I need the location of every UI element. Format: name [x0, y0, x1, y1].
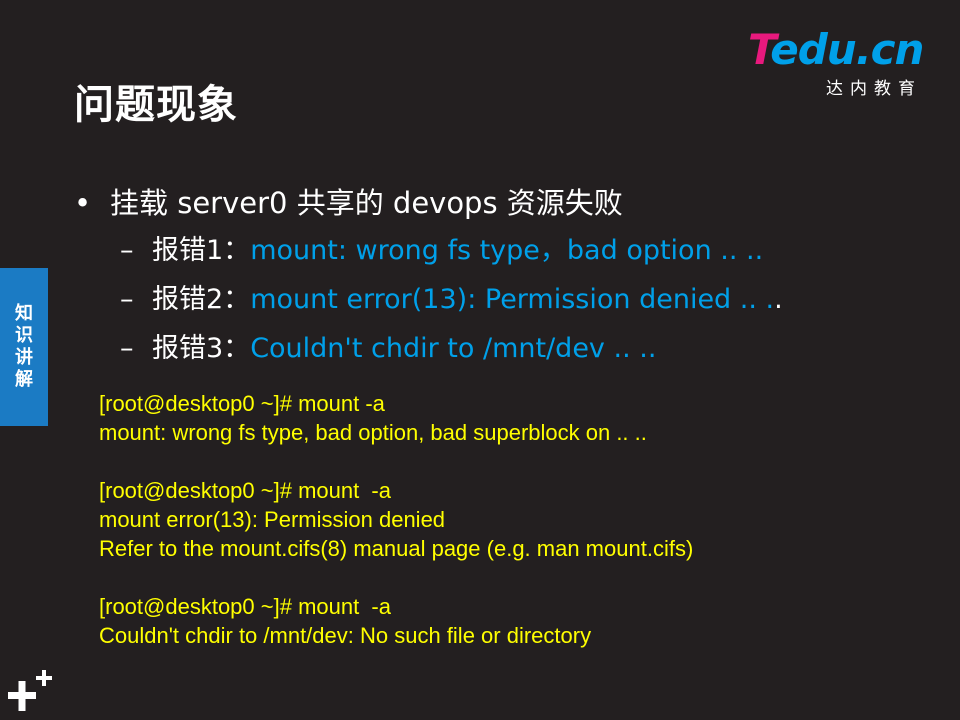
error-tail: . — [774, 284, 783, 315]
tedu-logo: Tedu.cn 达内教育 — [748, 25, 938, 100]
terminal-gap — [99, 563, 693, 592]
bullet-dot: • — [74, 186, 92, 220]
terminal-line: Refer to the mount.cifs(8) manual page (… — [99, 536, 694, 561]
terminal-output: [root@desktop0 ~]# mount -a mount: wrong… — [99, 389, 693, 650]
list-item: – 报错2：mount error(13): Permission denied … — [120, 281, 783, 330]
list-item: – 报错3：Couldn't chdir to /mnt/dev .. .. — [120, 330, 783, 379]
error-list: – 报错1：mount: wrong fs type，bad option .. … — [120, 232, 783, 379]
side-tab: 知识讲解 — [0, 268, 48, 426]
logo-subtitle: 达内教育 — [826, 79, 922, 99]
page-title: 问题现象 — [74, 82, 238, 128]
error-label: 报错2： — [152, 284, 251, 315]
logo-word-rest: edu.cn — [770, 25, 924, 74]
error-message: mount: wrong fs type，bad option .. .. — [250, 235, 764, 266]
logo-wordmark: Tedu.cn — [748, 25, 924, 74]
dash-marker: – — [120, 284, 134, 315]
terminal-line: mount: wrong fs type, bad option, bad su… — [99, 420, 647, 445]
terminal-gap — [99, 447, 693, 476]
error-message: Couldn't chdir to /mnt/dev .. .. — [250, 333, 657, 364]
dash-marker: – — [120, 333, 134, 364]
terminal-line: [root@desktop0 ~]# mount -a — [99, 478, 391, 503]
list-item: – 报错1：mount: wrong fs type，bad option .. … — [120, 232, 783, 281]
dash-marker: – — [120, 235, 134, 266]
plus-icon — [6, 668, 54, 716]
error-label: 报错3： — [152, 333, 251, 364]
terminal-line: Couldn't chdir to /mnt/dev: No such file… — [99, 623, 592, 648]
error-label: 报错1： — [152, 235, 251, 266]
main-bullet-text: 挂载 server0 共享的 devops 资源失败 — [110, 186, 623, 220]
main-bullet: • 挂载 server0 共享的 devops 资源失败 — [74, 180, 623, 222]
terminal-line: [root@desktop0 ~]# mount -a — [99, 391, 385, 416]
error-message: mount error(13): Permission denied .. . — [250, 284, 775, 315]
side-tab-label: 知识讲解 — [15, 303, 33, 390]
slide: 问题现象 Tedu.cn 达内教育 知识讲解 • 挂载 server0 共享的 d… — [0, 0, 960, 720]
logo-word-first: T — [748, 25, 771, 74]
terminal-line: [root@desktop0 ~]# mount -a — [99, 594, 391, 619]
terminal-line: mount error(13): Permission denied — [99, 507, 446, 532]
